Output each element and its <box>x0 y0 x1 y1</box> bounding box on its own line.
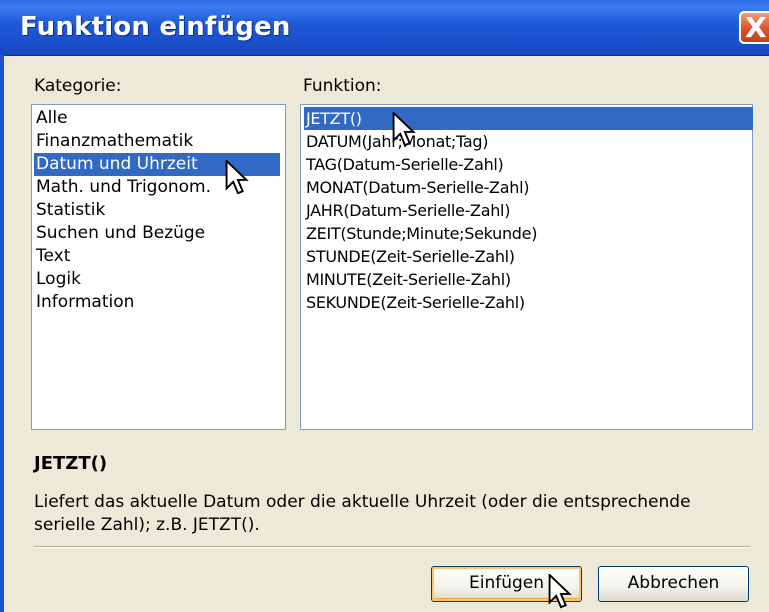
mouse-pointer-icon <box>548 574 572 609</box>
category-item-logik[interactable]: Logik <box>34 268 81 291</box>
mouse-pointer-icon <box>392 112 416 147</box>
function-item-monat[interactable]: MONAT(Datum-Serielle-Zahl) <box>304 176 529 199</box>
close-icon: X <box>745 11 767 44</box>
function-item-jahr[interactable]: JAHR(Datum-Serielle-Zahl) <box>304 199 510 222</box>
function-label: Funktion: <box>303 76 382 96</box>
function-item-jetzt[interactable]: JETZT() <box>304 107 753 130</box>
window-frame <box>0 55 4 612</box>
function-list[interactable]: JETZT() DATUM(Jahr;Monat;Tag) TAG(Datum-… <box>300 104 753 430</box>
function-item-stunde[interactable]: STUNDE(Zeit-Serielle-Zahl) <box>304 245 515 268</box>
selected-function-name: JETZT() <box>34 453 108 474</box>
category-item-alle[interactable]: Alle <box>34 107 68 130</box>
function-item-sekunde[interactable]: SEKUNDE(Zeit-Serielle-Zahl) <box>304 291 525 314</box>
function-item-minute[interactable]: MINUTE(Zeit-Serielle-Zahl) <box>304 268 511 291</box>
category-item-math-und-trigonom[interactable]: Math. und Trigonom. <box>34 176 211 199</box>
function-item-zeit[interactable]: ZEIT(Stunde;Minute;Sekunde) <box>304 222 537 245</box>
window-title: Funktion einfügen <box>20 12 291 42</box>
category-list[interactable]: Alle Finanzmathematik Datum und Uhrzeit … <box>31 104 286 430</box>
cancel-button[interactable]: Abbrechen <box>598 566 749 602</box>
category-label: Kategorie: <box>34 76 122 96</box>
category-item-statistik[interactable]: Statistik <box>34 199 105 222</box>
separator <box>34 546 750 548</box>
title-bar: Funktion einfügen X <box>0 0 769 56</box>
function-description: Liefert das aktuelle Datum oder die aktu… <box>34 492 691 535</box>
category-item-text[interactable]: Text <box>34 245 70 268</box>
category-item-information[interactable]: Information <box>34 291 134 314</box>
mouse-pointer-icon <box>225 160 249 195</box>
category-item-suchen-und-bezuege[interactable]: Suchen und Bezüge <box>34 222 205 245</box>
category-item-finanzmathematik[interactable]: Finanzmathematik <box>34 130 193 153</box>
close-button[interactable]: X <box>739 11 769 44</box>
function-item-tag[interactable]: TAG(Datum-Serielle-Zahl) <box>304 153 504 176</box>
